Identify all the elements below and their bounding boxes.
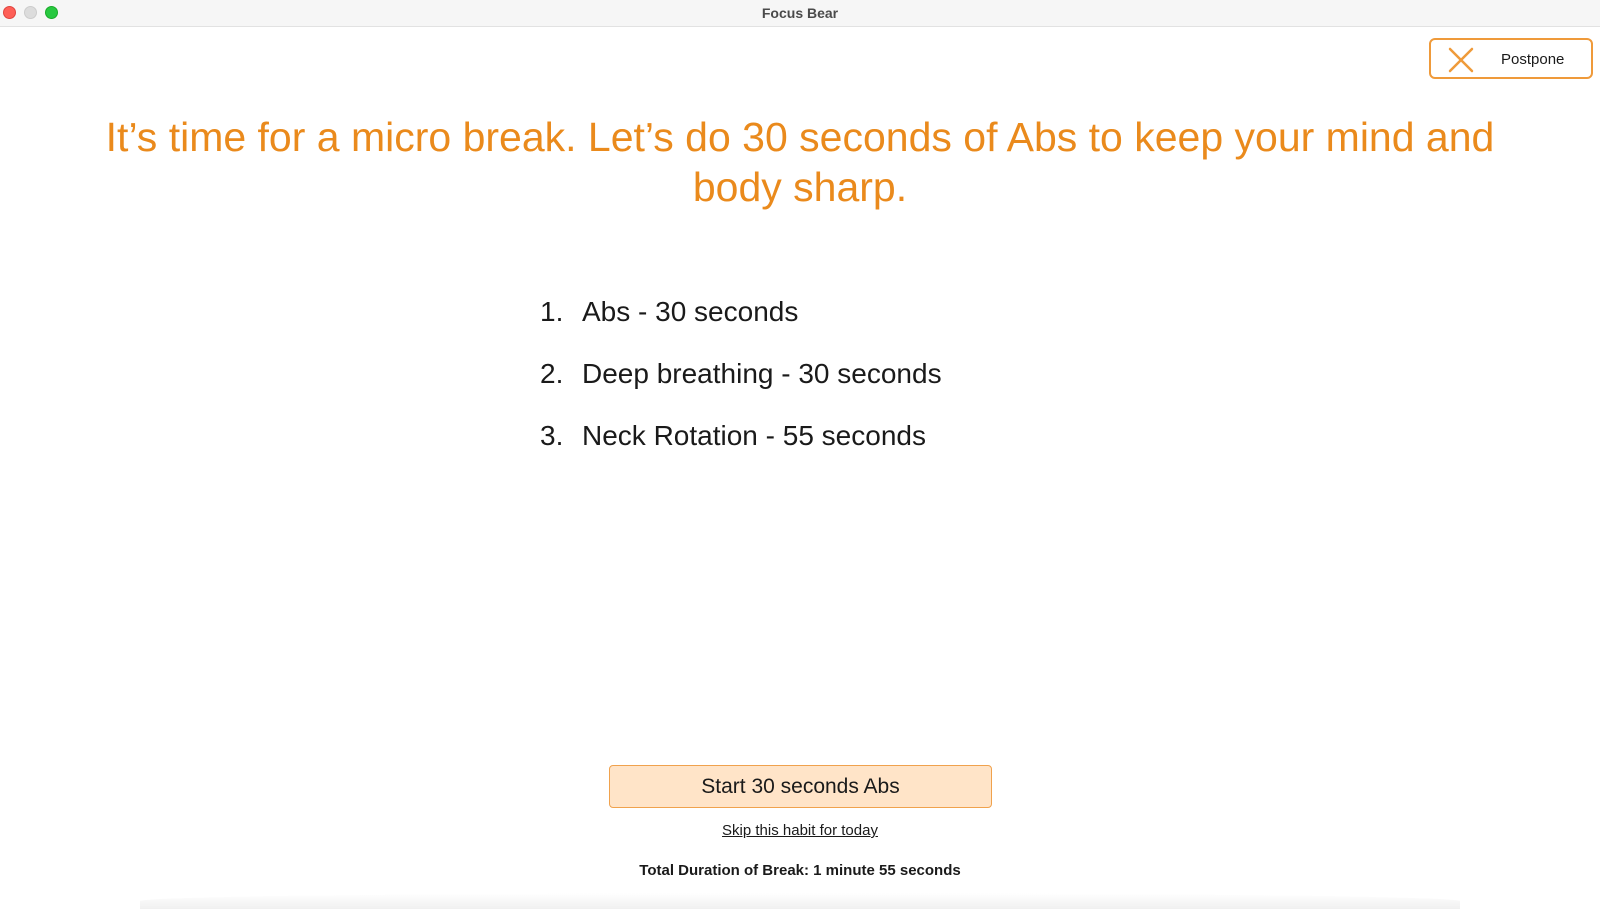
habit-text: Abs - 30 seconds — [582, 296, 799, 327]
skip-habit-row: Skip this habit for today — [0, 822, 1600, 839]
start-habit-button[interactable]: Start 30 seconds Abs — [609, 765, 992, 808]
habit-number: 1. — [540, 296, 564, 327]
close-icon — [1448, 47, 1474, 73]
app-window: Focus Bear Postpone It’s time for a micr… — [0, 0, 1600, 909]
skip-habit-link[interactable]: Skip this habit for today — [722, 822, 878, 839]
total-duration-text: Total Duration of Break: 1 minute 55 sec… — [639, 862, 961, 879]
bottom-shadow — [140, 893, 1460, 909]
habit-text: Deep breathing - 30 seconds — [582, 358, 942, 389]
postpone-label: Postpone — [1501, 51, 1565, 68]
habit-list-item: 2. Deep breathing - 30 seconds — [540, 358, 942, 420]
habit-list-item: 3. Neck Rotation - 55 seconds — [540, 420, 942, 482]
habit-list-item: 1. Abs - 30 seconds — [540, 296, 942, 358]
habit-number: 3. — [540, 420, 564, 451]
break-headline: It’s time for a micro break. Let’s do 30… — [105, 114, 1495, 210]
habit-number: 2. — [540, 358, 564, 389]
habit-list: 1. Abs - 30 seconds 2. Deep breathing - 30… — [540, 296, 942, 482]
title-bar: Focus Bear — [0, 0, 1600, 27]
window-title: Focus Bear — [761, 5, 839, 21]
postpone-button[interactable]: Postpone — [1429, 38, 1593, 79]
habit-text: Neck Rotation - 55 seconds — [582, 420, 926, 451]
